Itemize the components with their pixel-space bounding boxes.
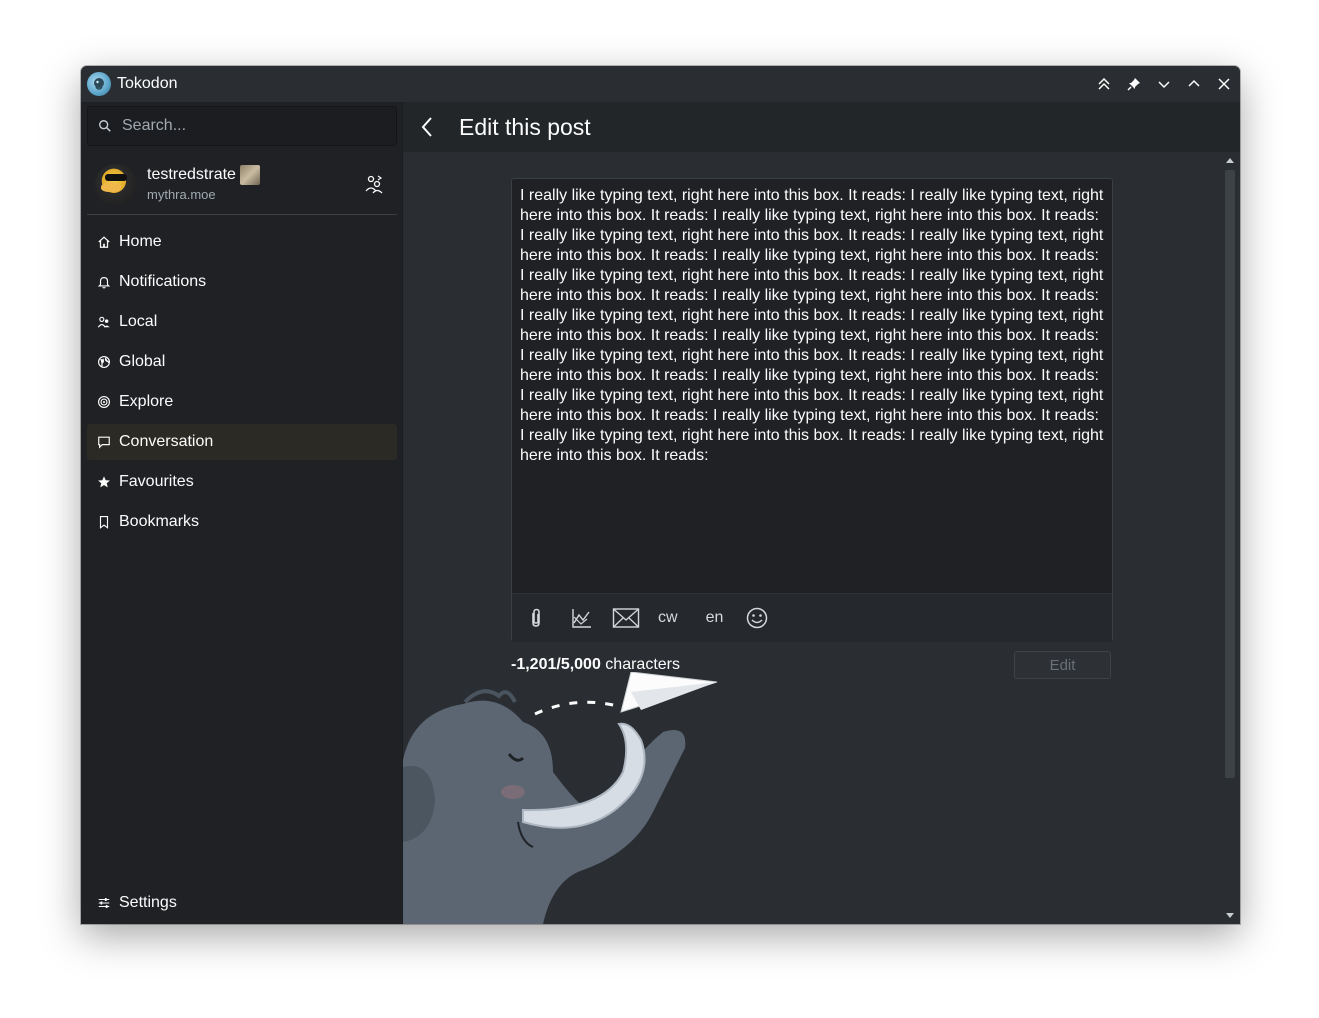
sidebar-item-favourites[interactable]: Favourites [87, 464, 397, 500]
poll-icon[interactable] [568, 602, 596, 634]
sidebar-item-label: Global [119, 353, 166, 370]
visibility-envelope-icon[interactable] [612, 602, 640, 634]
search-icon [99, 120, 111, 132]
maximize-icon[interactable] [1184, 74, 1204, 94]
sidebar-item-explore[interactable]: Explore [87, 384, 397, 420]
search-box[interactable] [87, 106, 397, 146]
title-bar: Tokodon [81, 66, 1240, 102]
emoji-icon[interactable] [743, 602, 771, 634]
sidebar-item-local[interactable]: Local [87, 304, 397, 340]
sidebar-item-bookmarks[interactable]: Bookmarks [87, 504, 397, 540]
switch-account-icon[interactable] [363, 173, 385, 195]
bookmark-icon [96, 514, 112, 530]
mastodon-mascot-illustration [403, 672, 718, 924]
tokodon-logo-icon [87, 72, 111, 96]
attachment-icon[interactable] [522, 602, 550, 634]
sidebar-item-home[interactable]: Home [87, 224, 397, 260]
post-composer: I really like typing text, right here in… [511, 178, 1113, 642]
page-header: Edit this post [403, 102, 1240, 153]
vertical-scrollbar[interactable] [1220, 152, 1240, 924]
edit-post-content: I really like typing text, right here in… [403, 152, 1221, 924]
app-window: Tokodon Search... testredstrate mythra.m… [81, 66, 1240, 924]
bell-icon [96, 274, 112, 290]
window-controls [1094, 66, 1234, 102]
scroll-down-icon[interactable] [1224, 910, 1236, 922]
home-icon [96, 234, 112, 250]
sidebar: testredstrate mythra.moe Home Notificati… [81, 102, 402, 924]
account-header: testredstrate mythra.moe [87, 156, 397, 215]
close-icon[interactable] [1214, 74, 1234, 94]
character-count-suffix: characters [600, 656, 680, 673]
post-text-area[interactable]: I really like typing text, right here in… [512, 179, 1112, 593]
composer-toolbar: cw en [512, 593, 1112, 642]
star-icon [96, 474, 112, 490]
account-handle: mythra.moe [147, 187, 216, 202]
compass-icon [96, 394, 112, 410]
content-warning-button[interactable]: cw [658, 602, 678, 634]
edit-button[interactable]: Edit [1014, 651, 1111, 679]
keep-above-icon[interactable] [1094, 74, 1114, 94]
search-input[interactable] [120, 116, 384, 136]
sidebar-nav: Home Notifications Local Global Explore … [87, 224, 397, 544]
scrollbar-thumb[interactable] [1225, 170, 1235, 778]
back-button[interactable] [415, 115, 439, 139]
main-panel: Edit this post I really like typing text… [402, 102, 1240, 924]
sidebar-item-label: Conversation [119, 433, 214, 450]
sidebar-item-label: Notifications [119, 273, 207, 290]
globe-icon [96, 354, 112, 370]
sidebar-item-label: Favourites [119, 473, 194, 490]
window-title: Tokodon [117, 75, 178, 92]
chat-icon [96, 434, 112, 450]
settings-label: Settings [119, 894, 177, 911]
sidebar-item-label: Explore [119, 393, 174, 410]
custom-emoji-icon [239, 165, 260, 185]
settings-sliders-icon [96, 895, 112, 911]
sidebar-item-notifications[interactable]: Notifications [87, 264, 397, 300]
pin-icon[interactable] [1124, 74, 1144, 94]
sidebar-item-settings[interactable]: Settings [87, 886, 397, 920]
sidebar-item-label: Bookmarks [119, 513, 200, 530]
language-button[interactable]: en [706, 602, 724, 634]
page-title: Edit this post [459, 113, 591, 140]
sidebar-item-label: Local [119, 313, 158, 330]
sidebar-item-label: Home [119, 233, 162, 250]
group-icon [96, 314, 112, 330]
avatar[interactable] [95, 164, 137, 206]
back-arrow-icon [421, 117, 432, 137]
sidebar-item-conversation[interactable]: Conversation [87, 424, 397, 460]
account-name-text: testredstrate [147, 166, 236, 183]
minimize-icon[interactable] [1154, 74, 1174, 94]
sidebar-item-global[interactable]: Global [87, 344, 397, 380]
account-display-name: testredstrate [147, 165, 260, 185]
scroll-up-icon[interactable] [1224, 154, 1236, 166]
character-count-value: -1,201/5,000 [511, 656, 601, 673]
